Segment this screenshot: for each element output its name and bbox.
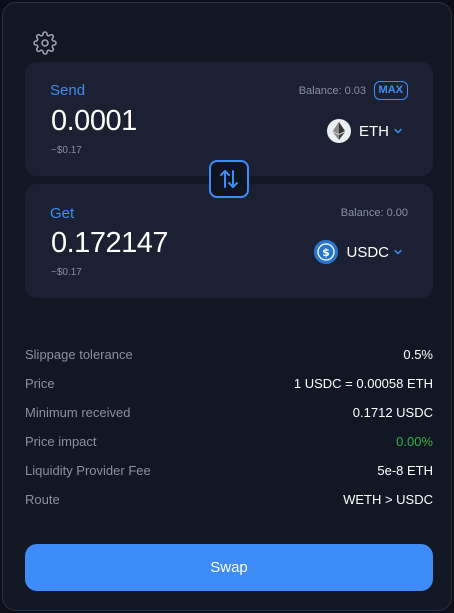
send-usd-value: ~$0.17 (51, 145, 82, 156)
get-label: Get (50, 205, 75, 222)
chevron-down-icon (394, 128, 402, 134)
get-amount-input[interactable] (51, 227, 281, 260)
detail-value: 1 USDC = 0.00058 ETH (293, 376, 433, 391)
detail-label: Liquidity Provider Fee (25, 463, 151, 478)
usdc-icon: $ (314, 240, 339, 264)
settings-button[interactable] (33, 31, 57, 55)
get-balance: Balance: 0.00 (340, 207, 408, 219)
detail-row-route: Route WETH > USDC (25, 485, 433, 514)
get-usd-value: ~$0.17 (51, 267, 82, 278)
get-card: Get Balance: 0.00 ~$0.17 $ USDC (25, 184, 433, 298)
detail-row-minimum-received: Minimum received 0.1712 USDC (25, 398, 433, 427)
detail-value: 5e-8 ETH (377, 463, 433, 478)
detail-value: 0.00% (396, 434, 433, 449)
swap-button[interactable]: Swap (25, 544, 433, 591)
get-token-select[interactable]: $ USDC (314, 238, 403, 266)
detail-label: Slippage tolerance (25, 347, 133, 362)
detail-row-price: Price 1 USDC = 0.00058 ETH (25, 369, 433, 398)
send-label: Send (50, 82, 86, 99)
detail-label: Price (25, 376, 55, 391)
send-balance: Balance: 0.03 (298, 85, 366, 97)
detail-value: 0.1712 USDC (352, 405, 433, 420)
send-card: Send Balance: 0.03 MAX ~$0.17 ETH (25, 62, 433, 176)
gear-icon (33, 31, 57, 55)
send-token-select[interactable]: ETH (327, 117, 403, 145)
get-token-symbol: USDC (346, 243, 389, 261)
detail-value: WETH > USDC (343, 492, 433, 507)
swap-vertical-icon (220, 170, 238, 188)
detail-label: Minimum received (25, 405, 131, 420)
send-token-symbol: ETH (359, 122, 389, 140)
detail-label: Price impact (25, 434, 97, 449)
swap-direction-button[interactable] (209, 160, 249, 198)
max-button[interactable]: MAX (373, 81, 408, 100)
svg-text:$: $ (323, 246, 331, 259)
chevron-down-icon (394, 249, 402, 255)
eth-icon (327, 119, 351, 143)
detail-label: Route (25, 492, 60, 507)
send-amount-input[interactable] (51, 105, 281, 138)
detail-row-slippage: Slippage tolerance 0.5% (25, 340, 433, 369)
detail-row-lp-fee: Liquidity Provider Fee 5e-8 ETH (25, 456, 433, 485)
detail-row-price-impact: Price impact 0.00% (25, 427, 433, 456)
swap-details: Slippage tolerance 0.5% Price 1 USDC = 0… (25, 340, 433, 514)
swap-widget: Send Balance: 0.03 MAX ~$0.17 ETH (2, 2, 452, 611)
detail-value: 0.5% (403, 347, 433, 362)
